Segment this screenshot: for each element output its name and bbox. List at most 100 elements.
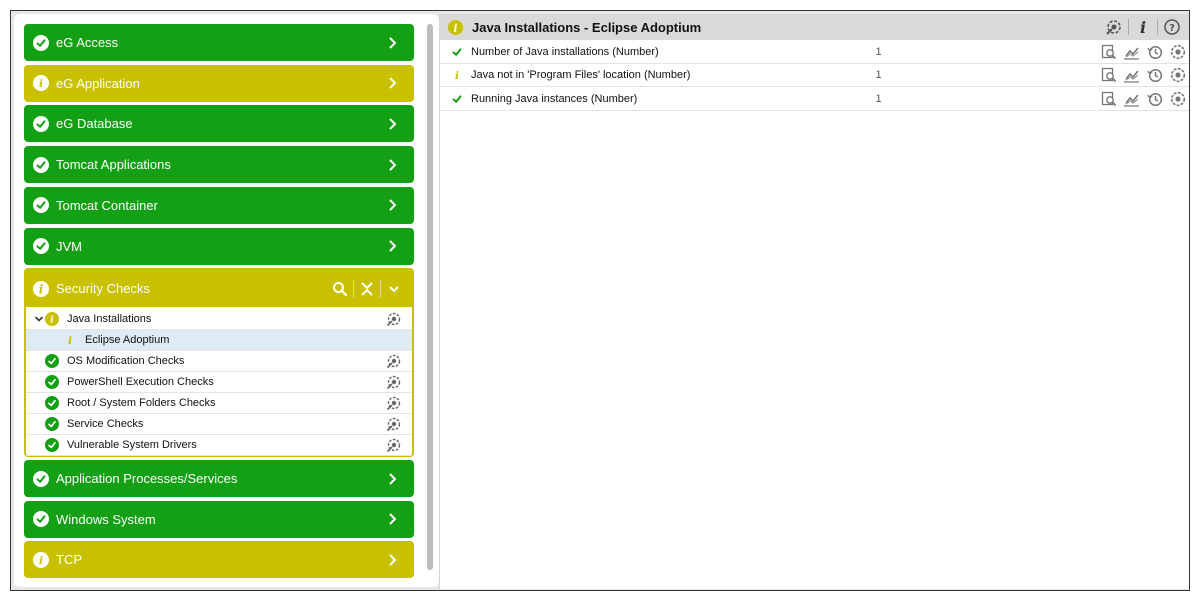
tree-item[interactable]: OS Modification Checks bbox=[26, 351, 412, 372]
app-frame: eG Access i eG Application eG Database Tomca… bbox=[10, 10, 1190, 591]
measure-value: 1 bbox=[875, 92, 882, 105]
tree-item[interactable]: Service Checks bbox=[26, 414, 412, 435]
layer-header-security-checks[interactable]: i Security Checks bbox=[26, 270, 412, 307]
layer-label: Application Processes/Services bbox=[56, 471, 238, 486]
scrollbar-thumb[interactable] bbox=[427, 24, 433, 570]
layer-sidebar: eG Access i eG Application eG Database Tomca… bbox=[14, 14, 439, 587]
test-settings-icon[interactable] bbox=[1103, 17, 1125, 37]
threshold-icon[interactable] bbox=[1166, 43, 1189, 61]
layer-label: eG Application bbox=[56, 75, 140, 91]
tree-item-label: OS Modification Checks bbox=[67, 355, 185, 367]
svg-text:i: i bbox=[455, 70, 459, 82]
tree-item-label: Java Installations bbox=[67, 313, 152, 325]
measure-row[interactable]: Number of Java installations (Number) 1 bbox=[440, 41, 1189, 64]
detailed-diagnosis-icon[interactable] bbox=[1097, 90, 1120, 108]
chevron-right-icon[interactable] bbox=[384, 240, 402, 252]
graph-icon[interactable] bbox=[1120, 66, 1143, 84]
layer-tile[interactable]: Application Processes/Services bbox=[24, 460, 414, 497]
tree-item-label: Root / System Folders Checks bbox=[67, 397, 216, 409]
detailed-diagnosis-icon[interactable] bbox=[1097, 43, 1120, 61]
layer-tile[interactable]: Tomcat Container bbox=[24, 186, 414, 224]
layer-label: eG Database bbox=[56, 116, 133, 132]
measures-header: i Java Installations - Eclipse Adoptium … bbox=[440, 14, 1189, 40]
chevron-right-icon[interactable] bbox=[384, 77, 402, 89]
svg-text:i: i bbox=[39, 78, 43, 90]
chevron-right-icon[interactable] bbox=[384, 36, 402, 49]
measure-row[interactable]: Running Java instances (Number) 1 bbox=[440, 88, 1189, 111]
separator bbox=[1128, 19, 1129, 35]
chevron-right-icon[interactable] bbox=[384, 158, 402, 171]
layer-tile[interactable]: Windows System bbox=[24, 500, 414, 538]
check-icon bbox=[33, 156, 49, 173]
measure-name: Running Java instances (Number) bbox=[471, 92, 638, 105]
test-tree: i Java Installations i Eclipse Adoptium OS M… bbox=[26, 309, 412, 456]
svg-text:i: i bbox=[68, 335, 72, 347]
info-button-icon[interactable]: i bbox=[1132, 17, 1154, 37]
search-icon[interactable] bbox=[330, 279, 350, 299]
info-icon: i bbox=[33, 280, 49, 297]
chevron-right-icon[interactable] bbox=[384, 554, 402, 566]
graph-icon[interactable] bbox=[1120, 90, 1143, 108]
layer-label: Tomcat Container bbox=[56, 197, 158, 213]
layer-label: TCP bbox=[56, 552, 82, 568]
help-icon[interactable]: ? bbox=[1161, 17, 1183, 37]
measures-title: Java Installations - Eclipse Adoptium bbox=[472, 19, 702, 35]
svg-text:i: i bbox=[1140, 18, 1146, 36]
layer-label: eG Access bbox=[56, 35, 119, 50]
chevron-right-icon[interactable] bbox=[384, 472, 402, 485]
check-icon bbox=[45, 375, 59, 389]
chevron-down-icon[interactable] bbox=[33, 314, 45, 324]
threshold-icon[interactable] bbox=[1166, 90, 1189, 108]
test-settings-icon[interactable] bbox=[386, 395, 402, 411]
check-icon bbox=[33, 34, 49, 51]
layer-tile[interactable]: i TCP bbox=[24, 541, 414, 579]
detailed-diagnosis-icon[interactable] bbox=[1097, 66, 1120, 84]
separator bbox=[380, 279, 381, 298]
test-settings-icon[interactable] bbox=[386, 311, 402, 327]
graph-icon[interactable] bbox=[1120, 43, 1143, 61]
check-icon bbox=[33, 197, 49, 214]
layer-tile[interactable]: eG Access bbox=[24, 24, 414, 61]
check-icon bbox=[45, 396, 59, 410]
layer-label: Tomcat Applications bbox=[56, 157, 171, 173]
test-settings-icon[interactable] bbox=[386, 416, 402, 432]
check-icon bbox=[450, 44, 464, 60]
check-icon bbox=[45, 438, 59, 452]
layer-label: Security Checks bbox=[56, 281, 150, 296]
svg-text:i: i bbox=[39, 555, 43, 567]
history-icon[interactable] bbox=[1143, 43, 1166, 61]
chevron-right-icon[interactable] bbox=[384, 118, 402, 130]
test-settings-icon[interactable] bbox=[386, 374, 402, 390]
test-settings-icon[interactable] bbox=[386, 353, 402, 369]
tree-item[interactable]: Root / System Folders Checks bbox=[26, 393, 412, 414]
chevron-right-icon[interactable] bbox=[384, 513, 402, 525]
svg-text:i: i bbox=[39, 282, 44, 296]
tree-child-item[interactable]: i Eclipse Adoptium bbox=[26, 330, 412, 351]
info-icon: i bbox=[63, 333, 77, 347]
tree-item-label: Service Checks bbox=[67, 418, 144, 430]
tree-item[interactable]: PowerShell Execution Checks bbox=[26, 372, 412, 393]
threshold-icon[interactable] bbox=[1166, 66, 1189, 84]
collapse-all-icon[interactable] bbox=[357, 279, 377, 299]
svg-text:i: i bbox=[50, 315, 54, 325]
chevron-down-icon[interactable] bbox=[384, 279, 404, 299]
layer-tile[interactable]: i eG Application bbox=[24, 64, 414, 102]
separator bbox=[353, 279, 354, 298]
check-icon bbox=[33, 115, 49, 132]
test-settings-icon[interactable] bbox=[386, 437, 402, 453]
layer-tile[interactable]: eG Database bbox=[24, 105, 414, 143]
layer-tile[interactable]: JVM bbox=[24, 227, 414, 265]
sidebar-scrollbar[interactable] bbox=[427, 24, 433, 570]
measure-name: Java not in 'Program Files' location (Nu… bbox=[471, 69, 691, 82]
measure-row[interactable]: i Java not in 'Program Files' location (N… bbox=[440, 64, 1189, 88]
check-icon bbox=[33, 511, 49, 528]
measure-value: 1 bbox=[875, 46, 882, 58]
history-icon[interactable] bbox=[1143, 66, 1166, 84]
tree-item[interactable]: Vulnerable System Drivers bbox=[26, 435, 412, 456]
tree-item-label: PowerShell Execution Checks bbox=[67, 376, 214, 388]
layer-tile[interactable]: Tomcat Applications bbox=[24, 146, 414, 184]
history-icon[interactable] bbox=[1143, 90, 1166, 108]
check-icon bbox=[33, 238, 49, 254]
chevron-right-icon[interactable] bbox=[384, 199, 402, 212]
tree-item[interactable]: i Java Installations bbox=[26, 309, 412, 330]
